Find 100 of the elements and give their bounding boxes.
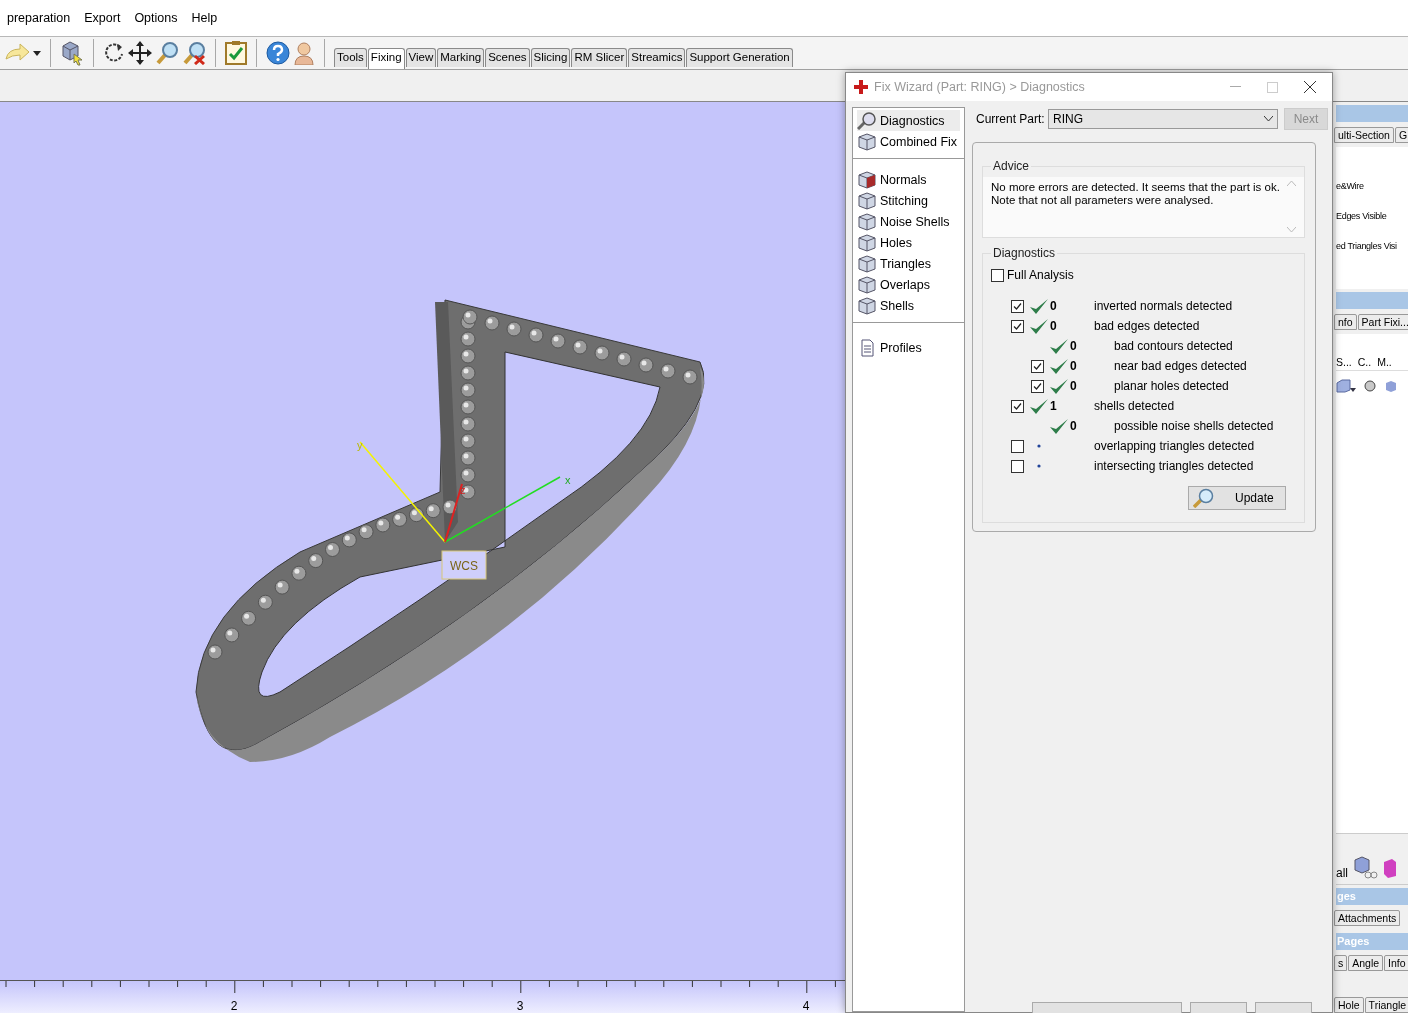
- magnifier-icon: [1193, 488, 1215, 508]
- update-button[interactable]: Update: [1188, 486, 1286, 510]
- toolbar-tab[interactable]: Scenes: [485, 48, 530, 67]
- cube-icon: [857, 212, 877, 231]
- nav-item[interactable]: Triangles: [857, 253, 960, 274]
- ruler-label: 3: [516, 999, 524, 1013]
- cube-icon: [857, 275, 877, 294]
- cube-icon[interactable]: [1336, 379, 1356, 393]
- checkbox[interactable]: [1011, 319, 1024, 333]
- checkbox-label: Full Analysis: [1007, 268, 1074, 282]
- count: 0: [1070, 379, 1077, 393]
- circle-icon: [1364, 380, 1376, 392]
- ruler-label: 2: [230, 999, 238, 1013]
- menu-item[interactable]: Help: [184, 8, 225, 28]
- group-title: Diagnostics: [992, 246, 1057, 260]
- axis-label: y: [357, 439, 363, 451]
- cube-icon: [857, 191, 877, 210]
- cube-icon: [857, 132, 877, 151]
- diagnostic-label: possible noise shells detected: [1114, 419, 1274, 433]
- panel-tab[interactable]: Part Fixi...: [1357, 314, 1408, 330]
- nav-item[interactable]: Stitching: [857, 190, 960, 211]
- nav-item[interactable]: Combined Fix: [857, 131, 960, 152]
- checklist-icon[interactable]: [225, 41, 247, 65]
- diagnostic-label: overlapping triangles detected: [1094, 439, 1255, 453]
- part-dropdown[interactable]: RING: [1048, 109, 1278, 129]
- cube-icon: [857, 170, 877, 189]
- move-icon[interactable]: [128, 41, 152, 65]
- group-title: Advice: [992, 159, 1031, 173]
- close-icon[interactable]: [1304, 81, 1316, 93]
- checkbox[interactable]: [1011, 439, 1024, 453]
- checkbox[interactable]: [1011, 299, 1024, 313]
- panel-header: [1336, 292, 1408, 309]
- cube-icon: [1384, 380, 1396, 392]
- option-label: ed Triangles Visi: [1336, 241, 1398, 251]
- menu-item[interactable]: preparation: [0, 8, 78, 28]
- magnifier-icon: [857, 111, 877, 130]
- toolbar-tab[interactable]: View: [405, 48, 437, 67]
- nav-item[interactable]: Noise Shells: [857, 211, 960, 232]
- caret-icon[interactable]: [1264, 116, 1273, 122]
- nav-item[interactable]: Shells: [857, 295, 960, 316]
- column-header[interactable]: S...: [1336, 356, 1352, 368]
- origin-label: WCS: [450, 559, 478, 573]
- diagnostic-label: bad contours detected: [1114, 339, 1233, 353]
- person-icon[interactable]: [293, 41, 315, 65]
- count: 0: [1050, 299, 1057, 313]
- diagnostic-label: near bad edges detected: [1114, 359, 1247, 373]
- count: 0: [1050, 319, 1057, 333]
- panel-tab[interactable]: G: [1394, 127, 1408, 143]
- diagnostic-label: bad edges detected: [1094, 319, 1200, 333]
- toolbar-tab[interactable]: RM Slicer: [571, 48, 628, 67]
- toolbar-button[interactable]: all: [1336, 866, 1348, 880]
- diagnostic-label: planar holes detected: [1114, 379, 1229, 393]
- nav-item[interactable]: Holes: [857, 232, 960, 253]
- cube-cursor-icon[interactable]: [60, 40, 84, 66]
- help-icon[interactable]: [266, 41, 290, 65]
- ruler-label: 4: [802, 999, 810, 1013]
- rotate-icon[interactable]: [103, 42, 125, 64]
- cube-icon: [857, 233, 877, 252]
- zoom-icon[interactable]: [155, 41, 179, 65]
- nav-item[interactable]: Diagnostics: [857, 110, 960, 131]
- window-title: Fix Wizard (Part: RING) > Diagnostics: [874, 80, 1086, 94]
- cube-icon: [857, 296, 877, 315]
- menu-item[interactable]: Options: [127, 8, 185, 28]
- zoom-reset-icon[interactable]: [182, 41, 206, 65]
- axis-label: x: [565, 474, 571, 486]
- cross-icon: [854, 80, 868, 94]
- diagnostic-label: intersecting triangles detected: [1094, 459, 1254, 473]
- count: 1: [1050, 399, 1057, 413]
- column-header[interactable]: M..: [1377, 356, 1392, 368]
- toolbar-tab[interactable]: Support Generation: [686, 48, 793, 67]
- panel-header: [1336, 105, 1408, 122]
- panel-tab[interactable]: nfo: [1334, 314, 1357, 330]
- checkbox[interactable]: [1011, 399, 1024, 413]
- menu-item[interactable]: Export: [77, 8, 128, 28]
- toolbar-tab[interactable]: Streamics: [628, 48, 686, 67]
- diagnostic-label: shells detected: [1094, 399, 1175, 413]
- count: 0: [1070, 419, 1077, 433]
- column-header[interactable]: C..: [1357, 356, 1372, 368]
- nav-item[interactable]: Profiles: [857, 337, 960, 358]
- current-part-label: Current Part:: [975, 112, 1042, 126]
- cube-icon: [857, 254, 877, 273]
- panel-tab[interactable]: ulti-Section: [1334, 127, 1394, 143]
- axis-label: z: [460, 484, 466, 496]
- checkbox[interactable]: [991, 268, 1004, 282]
- count: 0: [1070, 359, 1077, 373]
- toolbar-tab[interactable]: Fixing: [367, 48, 405, 69]
- toolbar-tab[interactable]: Slicing: [530, 48, 571, 67]
- checkbox[interactable]: [1011, 459, 1024, 473]
- nav-item[interactable]: Normals: [857, 169, 960, 190]
- nav-item[interactable]: Overlaps: [857, 274, 960, 295]
- diagnostic-label: inverted normals detected: [1094, 299, 1233, 313]
- toolbar-tab[interactable]: Marking: [437, 48, 485, 67]
- count: 0: [1070, 339, 1077, 353]
- option-label: Edges Visible: [1336, 211, 1388, 221]
- checkbox[interactable]: [1031, 359, 1044, 373]
- toolbar-tab[interactable]: Tools: [334, 48, 367, 67]
- checkbox[interactable]: [1031, 379, 1044, 393]
- caret-icon[interactable]: [33, 50, 41, 56]
- option-label: e&Wire: [1336, 181, 1365, 191]
- advice-text: No more errors are detected. It seems that the part is ok. Note that not all parameters were analysed.: [991, 181, 1281, 208]
